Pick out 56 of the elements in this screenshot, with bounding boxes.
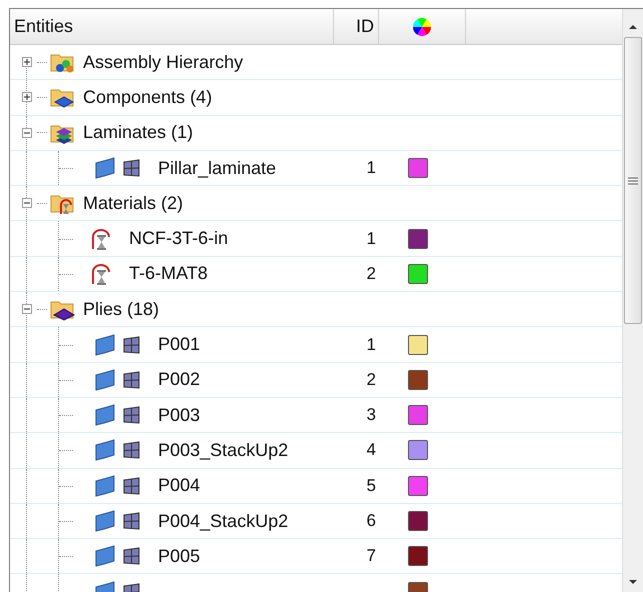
id-value: 4 [366, 440, 376, 460]
hourglass-icon [90, 262, 112, 285]
grid-icon [123, 547, 140, 566]
sheet-icon [94, 404, 116, 426]
tree-item[interactable]: P002 [158, 369, 200, 390]
tree-item[interactable]: Materials (2) [83, 192, 184, 214]
grid-icon [123, 476, 140, 495]
grid-icon [123, 441, 140, 460]
tree-item[interactable]: P004 [158, 475, 200, 496]
tree-item[interactable]: P004_StackUp2 [158, 510, 288, 532]
color-wheel-icon [412, 16, 432, 36]
expand-toggle[interactable] [22, 304, 32, 314]
id-value: 3 [366, 405, 376, 426]
id-value: 1 [366, 228, 376, 249]
sheet-icon [94, 334, 116, 356]
tree-item[interactable]: Plies (18) [83, 298, 160, 320]
tree-item[interactable]: T-6-MAT8 [129, 263, 208, 284]
plus-icon [23, 93, 31, 102]
tree-item[interactable]: Pillar_laminate [158, 158, 276, 179]
id-value: 7 [366, 546, 376, 566]
column-header[interactable]: Entities [14, 16, 74, 37]
tree-item[interactable]: Assembly Hierarchy [83, 52, 244, 73]
grid-icon [123, 406, 140, 424]
sheet-icon [94, 545, 116, 568]
tree-item[interactable]: Components (4) [83, 86, 212, 108]
tree-item[interactable]: P003_StackUp2 [158, 440, 288, 461]
grid-icon [123, 159, 140, 178]
tree-item[interactable]: P003 [158, 404, 200, 426]
expand-toggle[interactable] [22, 57, 32, 68]
sheet-icon [94, 474, 116, 497]
sheet-icon [94, 368, 116, 391]
grid-icon [123, 336, 140, 354]
expand-toggle[interactable] [22, 198, 32, 208]
hourglass-icon [90, 228, 112, 250]
tree-item[interactable]: P005 [158, 546, 200, 567]
tree-item[interactable]: Laminates (1) [83, 122, 194, 144]
id-value: 1 [366, 334, 376, 355]
scrollbar-thumb[interactable] [624, 37, 642, 324]
id-value: 6 [366, 511, 376, 531]
plus-icon [23, 58, 31, 66]
grid-icon [123, 512, 140, 530]
expand-toggle[interactable] [22, 92, 32, 102]
scroll-up-icon[interactable] [628, 23, 638, 31]
id-value: 5 [366, 476, 376, 496]
sheet-icon [94, 157, 116, 180]
id-value: 1 [366, 158, 376, 178]
tree-item[interactable]: NCF-3T-6-in [129, 228, 228, 250]
expand-toggle[interactable] [22, 128, 32, 138]
sheet-icon [94, 510, 116, 532]
tree-item[interactable]: P001 [158, 334, 200, 356]
id-value: 2 [366, 264, 376, 284]
sheet-icon [94, 439, 116, 462]
id-value: 2 [366, 370, 376, 390]
column-header[interactable]: ID [356, 16, 374, 37]
grid-icon [123, 370, 140, 389]
scroll-down-icon[interactable] [628, 578, 638, 586]
